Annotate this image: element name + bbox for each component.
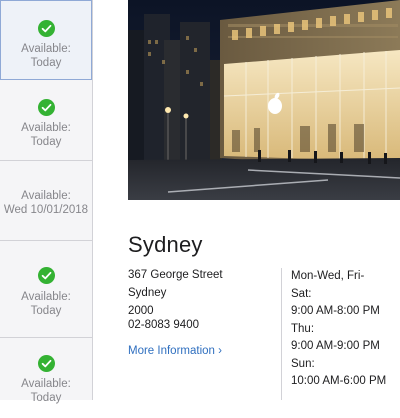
hours-line: 10:00 AM-6:00 PM [291, 375, 387, 387]
availability-item[interactable]: Available: Today [0, 80, 92, 161]
store-name: Sydney [128, 232, 203, 257]
hours-line: Sat: [291, 288, 312, 300]
availability-status: Available: [21, 291, 71, 303]
availability-date: Wed 10/01/2018 [3, 204, 89, 216]
hours-line: 9:00 AM-8:00 PM [291, 305, 380, 317]
availability-status: Available: [21, 190, 71, 202]
store-photo [128, 0, 400, 200]
hours-line: Mon-Wed, Fri- [291, 270, 365, 282]
availability-list: Available: Today Available: Today Availa… [0, 0, 93, 404]
store-phone[interactable]: 02-8083 9400 [128, 319, 199, 331]
availability-date: Today [30, 305, 62, 317]
check-circle-icon [37, 99, 55, 116]
hours-line: Thu: [291, 323, 315, 335]
hours-line: Sun: [291, 358, 315, 370]
availability-date: Today [30, 57, 62, 69]
availability-item[interactable]: Available: Today [0, 241, 92, 338]
store-city: Sydney [128, 287, 167, 299]
availability-item[interactable]: Available: Today [0, 0, 92, 80]
availability-date: Today [30, 136, 62, 148]
check-circle-icon [37, 355, 55, 372]
availability-status: Available: [21, 378, 71, 390]
check-circle-icon [37, 20, 55, 37]
availability-date: Today [30, 392, 62, 404]
hours-line: 9:00 AM-9:00 PM [291, 340, 380, 352]
details-divider [281, 268, 282, 400]
check-circle-icon [37, 267, 55, 284]
availability-item[interactable]: Available: Today [0, 338, 92, 418]
more-information-link[interactable]: More Information › [128, 345, 222, 357]
store-street: 367 George Street [128, 269, 223, 281]
availability-status: Available: [21, 43, 71, 55]
availability-item[interactable]: Available: Wed 10/01/2018 [0, 161, 92, 241]
availability-status: Available: [21, 122, 71, 134]
store-postcode: 2000 [128, 305, 154, 317]
